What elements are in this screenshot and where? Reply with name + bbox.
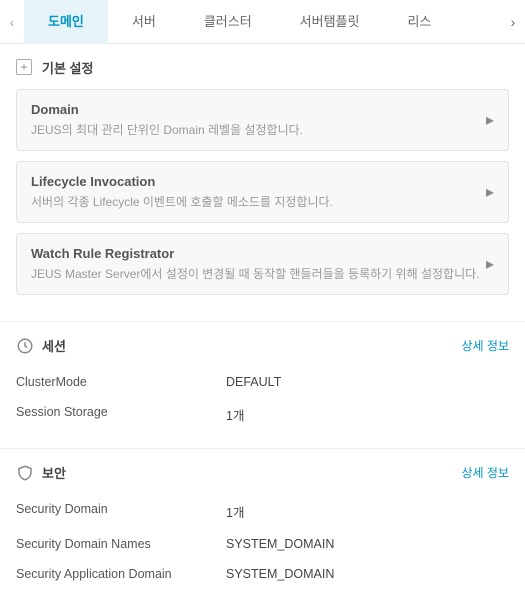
kv-value: 1개 — [226, 502, 244, 521]
section-security: 보안 상세 정보 Security Domain 1개 Security Dom… — [0, 448, 525, 605]
section-title: 세션 — [42, 336, 462, 355]
chevron-right-icon: ▸ — [486, 254, 494, 274]
section-title: 보안 — [42, 463, 462, 482]
card-desc: JEUS Master Server에서 설정이 변경될 때 동작할 핸들러들을… — [31, 265, 486, 282]
kv-key: Security Domain — [16, 502, 226, 521]
tab-server-template[interactable]: 서버탬플릿 — [276, 0, 384, 44]
card-watch-rule[interactable]: Watch Rule Registrator JEUS Master Serve… — [16, 233, 509, 295]
kv-key: Security Domain Names — [16, 537, 226, 551]
plus-box-icon: + — [16, 59, 34, 77]
card-desc: 서버의 각종 Lifecycle 이벤트에 호출할 메소드를 지정합니다. — [31, 193, 486, 210]
card-title: Lifecycle Invocation — [31, 174, 486, 189]
chevron-right-icon: ▸ — [486, 110, 494, 130]
card-lifecycle[interactable]: Lifecycle Invocation 서버의 각종 Lifecycle 이벤… — [16, 161, 509, 223]
kv-value: SYSTEM_DOMAIN — [226, 537, 334, 551]
card-title: Watch Rule Registrator — [31, 246, 486, 261]
kv-row: Session Storage 1개 — [16, 397, 509, 432]
tab-server[interactable]: 서버 — [108, 0, 180, 44]
chevron-right-icon: ▸ — [486, 182, 494, 202]
section-basic: + 기본 설정 Domain JEUS의 최대 관리 단위인 Domain 레벨… — [0, 44, 525, 321]
kv-value: DEFAULT — [226, 375, 281, 389]
tab-bar: ‹ 도메인 서버 클러스터 서버탬플릿 리스 › — [0, 0, 525, 44]
card-title: Domain — [31, 102, 486, 117]
section-session: 세션 상세 정보 ClusterMode DEFAULT Session Sto… — [0, 321, 525, 448]
card-desc: JEUS의 최대 관리 단위인 Domain 레벨을 설정합니다. — [31, 121, 486, 138]
shield-icon — [16, 464, 34, 482]
kv-value: 1개 — [226, 405, 244, 424]
kv-row: ClusterMode DEFAULT — [16, 367, 509, 397]
clock-icon — [16, 337, 34, 355]
tabs-scroll-right[interactable]: › — [501, 14, 525, 30]
card-domain[interactable]: Domain JEUS의 최대 관리 단위인 Domain 레벨을 설정합니다.… — [16, 89, 509, 151]
kv-value: SYSTEM_DOMAIN — [226, 567, 334, 581]
kv-row: Security Application Domain SYSTEM_DOMAI… — [16, 559, 509, 589]
kv-key: Security Application Domain — [16, 567, 226, 581]
kv-row: Security Domain Names SYSTEM_DOMAIN — [16, 529, 509, 559]
kv-row: Security Domain 1개 — [16, 494, 509, 529]
tab-domain[interactable]: 도메인 — [24, 0, 108, 44]
tab-cluster[interactable]: 클러스터 — [180, 0, 276, 44]
session-detail-link[interactable]: 상세 정보 — [462, 337, 510, 354]
kv-key: ClusterMode — [16, 375, 226, 389]
security-detail-link[interactable]: 상세 정보 — [462, 464, 510, 481]
tabs-scroll-left[interactable]: ‹ — [0, 14, 24, 30]
section-title: 기본 설정 — [42, 58, 509, 77]
tab-listener[interactable]: 리스 — [383, 0, 455, 44]
kv-key: Session Storage — [16, 405, 226, 424]
